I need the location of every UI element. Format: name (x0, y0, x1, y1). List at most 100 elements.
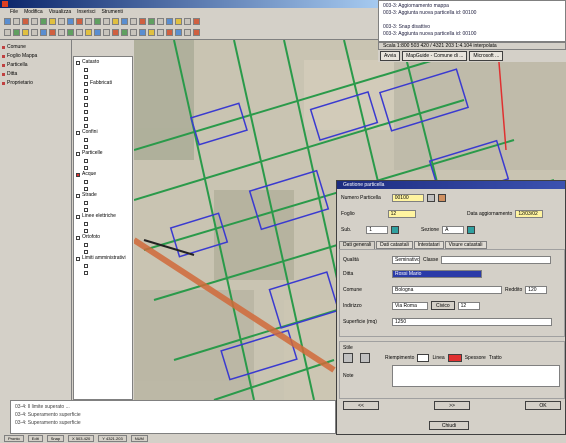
left-panel-item[interactable]: Comune (2, 44, 69, 51)
sezione-field[interactable]: A (442, 225, 465, 234)
toolbar-button[interactable] (103, 29, 110, 36)
layer-subitem[interactable] (76, 108, 130, 115)
layer-checkbox[interactable] (84, 102, 88, 107)
layer-checkbox[interactable] (84, 88, 88, 93)
toolbar-button[interactable] (112, 29, 119, 36)
toolbar-button[interactable] (4, 18, 11, 25)
menu-item[interactable]: Modifica (24, 8, 43, 16)
qualita-field[interactable]: Seminativo (392, 255, 420, 264)
toolbar-button[interactable] (130, 29, 137, 36)
toolbar-button[interactable] (130, 18, 137, 25)
layer-subitem[interactable] (76, 73, 130, 80)
layer-checkbox[interactable] (84, 242, 88, 247)
reddito-field[interactable]: 120 (525, 285, 548, 294)
toolbar-button[interactable] (58, 18, 65, 25)
layer-item[interactable]: Confini (76, 129, 130, 136)
layer-subitem[interactable] (76, 248, 130, 255)
fill-color-swatch[interactable] (417, 353, 430, 362)
left-panel-item[interactable]: Particella (2, 62, 69, 69)
layer-item[interactable]: Limiti amministrativi (76, 255, 130, 262)
layer-checkbox[interactable] (84, 263, 88, 268)
civico-button[interactable]: Civico (431, 301, 455, 310)
layer-checkbox[interactable] (84, 221, 88, 226)
layer-checkbox[interactable] (76, 256, 80, 261)
layer-subitem[interactable] (76, 122, 130, 129)
layer-checkbox[interactable] (84, 81, 88, 86)
layer-checkbox[interactable] (76, 172, 80, 177)
layer-subitem[interactable] (76, 101, 130, 108)
layer-checkbox[interactable] (84, 179, 88, 184)
toolbar-button[interactable] (58, 29, 65, 36)
layer-checkbox[interactable] (84, 116, 88, 121)
layer-item[interactable]: Linee elettriche (76, 213, 130, 220)
menu-item[interactable]: Visualizza (49, 8, 71, 16)
classe-field[interactable] (441, 255, 552, 264)
toolbar-button[interactable] (94, 18, 101, 25)
toolbar-button[interactable] (4, 29, 11, 36)
layer-subitem[interactable] (76, 94, 130, 101)
toolbar-button[interactable] (175, 18, 182, 25)
taskbar-tab[interactable]: Avvia (380, 51, 401, 61)
toolbar-button[interactable] (157, 18, 164, 25)
toolbar-button[interactable] (157, 29, 164, 36)
layer-checkbox[interactable] (84, 74, 88, 79)
layer-subitem[interactable] (76, 115, 130, 122)
indirizzo-field[interactable]: Via Roma (392, 301, 428, 310)
toolbar-button[interactable] (85, 29, 92, 36)
ditta-field[interactable]: Rossi Mario (392, 269, 482, 278)
taskbar-tab[interactable]: Microsoft ... (469, 51, 504, 61)
layer-checkbox[interactable] (76, 235, 80, 240)
toolbar-button[interactable] (40, 29, 47, 36)
toolbar-button[interactable] (13, 18, 20, 25)
toolbar-button[interactable] (193, 29, 200, 36)
toolbar-button[interactable] (166, 29, 173, 36)
layer-item[interactable]: Particelle (76, 150, 130, 157)
toolbar-button[interactable] (94, 29, 101, 36)
menu-item[interactable]: Strumenti (101, 8, 122, 16)
toolbar-button[interactable] (22, 18, 29, 25)
layer-item[interactable]: Strade (76, 192, 130, 199)
toolbar-button[interactable] (13, 29, 20, 36)
layer-item[interactable]: Acque (76, 171, 130, 178)
ok-button[interactable]: OK (525, 401, 561, 410)
data-field[interactable]: 12/03/02 (515, 209, 544, 218)
layer-checkbox[interactable] (84, 228, 88, 233)
toolbar-button[interactable] (31, 18, 38, 25)
layer-subitem[interactable] (76, 269, 130, 276)
layer-checkbox[interactable] (84, 109, 88, 114)
layer-subitem[interactable] (76, 157, 130, 164)
toolbar-button[interactable] (31, 29, 38, 36)
toolbar-button[interactable] (67, 18, 74, 25)
layer-item[interactable]: Fabbricati (76, 80, 130, 87)
layer-subitem[interactable] (76, 136, 130, 143)
layer-checkbox[interactable] (84, 270, 88, 275)
layer-subitem[interactable] (76, 178, 130, 185)
civico-field[interactable]: 12 (457, 301, 480, 310)
layer-checkbox[interactable] (76, 151, 80, 156)
menu-item[interactable]: Inserisci (77, 8, 95, 16)
layer-item[interactable]: Catasto (76, 59, 130, 66)
layer-checkbox[interactable] (84, 67, 88, 72)
layer-checkbox[interactable] (84, 123, 88, 128)
prev-button[interactable]: << (343, 401, 379, 410)
layer-subitem[interactable] (76, 206, 130, 213)
layer-checkbox[interactable] (76, 214, 80, 219)
toolbar-button[interactable] (193, 18, 200, 25)
layer-subitem[interactable] (76, 164, 130, 171)
toolbar-button[interactable] (76, 29, 83, 36)
layer-checkbox[interactable] (84, 200, 88, 205)
toolbar-button[interactable] (67, 29, 74, 36)
comune-field[interactable]: Bologna (392, 285, 502, 294)
lookup-icon[interactable] (467, 225, 476, 234)
toolbar-button[interactable] (139, 29, 146, 36)
layer-checkbox[interactable] (84, 158, 88, 163)
menu-item[interactable]: File (10, 8, 18, 16)
toolbar-button[interactable] (166, 18, 173, 25)
toolbar-button[interactable] (49, 18, 56, 25)
edit-icon[interactable] (437, 193, 446, 202)
layer-subitem[interactable] (76, 199, 130, 206)
layer-subitem[interactable] (76, 66, 130, 73)
layer-subitem[interactable] (76, 185, 130, 192)
note-field[interactable] (392, 364, 560, 387)
fill-icon[interactable] (343, 352, 353, 363)
